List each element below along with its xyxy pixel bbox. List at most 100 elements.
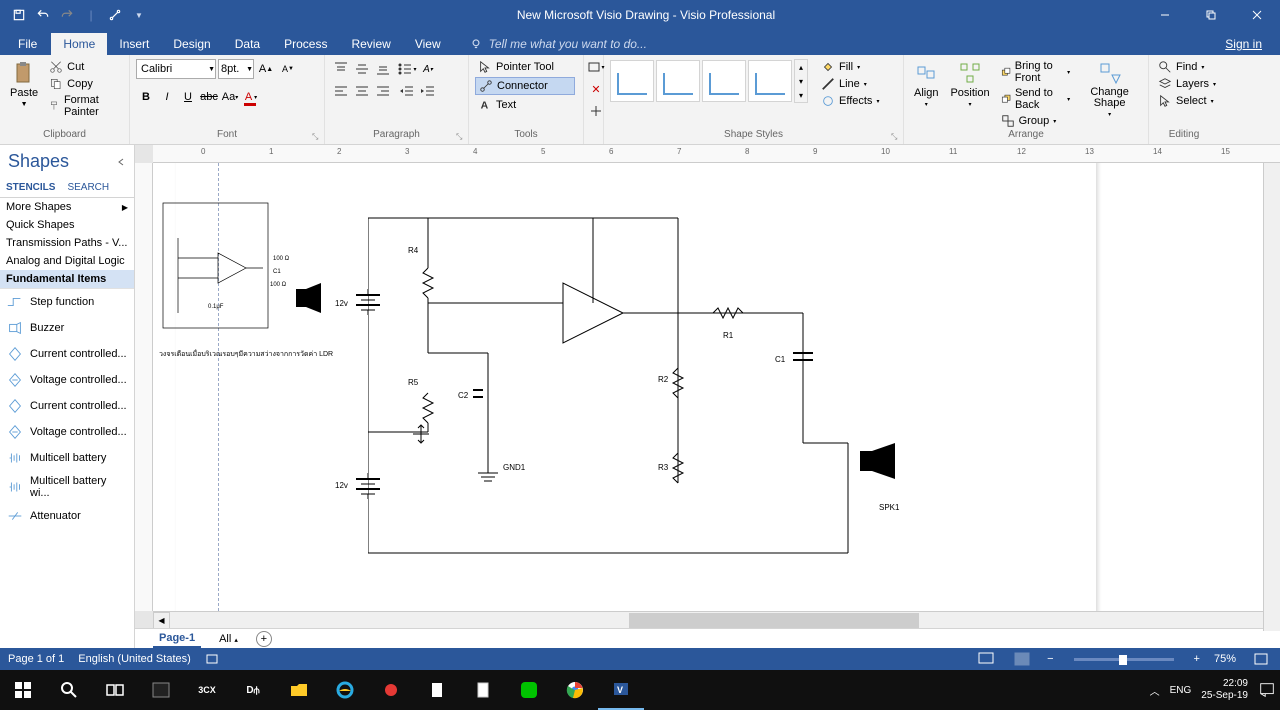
tab-file[interactable]: File [4,33,51,55]
text-direction-button[interactable]: A▾ [418,59,438,79]
grow-font-button[interactable]: A▲ [256,59,276,79]
align-top-button[interactable] [331,59,351,79]
macro-record-icon[interactable] [205,651,219,668]
select-button[interactable]: Select▾ [1155,93,1219,109]
align-center-button[interactable] [352,82,372,102]
shape-current-controlled-1[interactable]: Current controlled... [0,341,134,367]
taskbar-app-line[interactable] [506,670,552,710]
horizontal-scrollbar[interactable]: ◀ ▶ [153,611,1280,628]
shape-voltage-controlled-2[interactable]: Voltage controlled... [0,419,134,445]
presentation-view-button[interactable] [975,650,997,668]
font-color-button[interactable]: A▾ [241,87,261,107]
change-case-button[interactable]: Aa▾ [220,87,240,107]
scroll-track[interactable] [170,612,1263,629]
zoom-in-button[interactable]: + [1194,653,1200,665]
paragraph-dialog-launcher[interactable]: ⤡ [456,132,466,142]
copy-button[interactable]: Copy [46,76,123,92]
connector-tool-button[interactable]: Connector [475,77,575,95]
shape-current-controlled-2[interactable]: Current controlled... [0,393,134,419]
zoom-slider[interactable] [1074,658,1174,661]
style-swatch-3[interactable] [702,60,746,102]
minimize-button[interactable] [1142,0,1188,30]
collapse-pane-icon[interactable] [116,157,126,167]
decrease-indent-button[interactable] [397,82,417,102]
taskbar-app-terminal[interactable] [138,670,184,710]
find-button[interactable]: Find▾ [1155,59,1219,75]
quick-shapes-item[interactable]: Quick Shapes [0,216,134,234]
strike-button[interactable]: abc [199,87,219,107]
undo-icon[interactable] [32,4,54,26]
stencil-transmission[interactable]: Transmission Paths - V... [0,234,134,252]
tray-lang[interactable]: ENG [1170,685,1192,696]
more-shapes-item[interactable]: More Shapes▶ [0,198,134,216]
bold-button[interactable]: B [136,87,156,107]
normal-view-button[interactable] [1011,650,1033,668]
font-size-select[interactable]: 8pt.▼ [218,59,254,79]
shape-multicell-battery-1[interactable]: Multicell battery [0,445,134,471]
fill-button[interactable]: Fill▾ [818,59,882,75]
tab-data[interactable]: Data [223,33,272,55]
redo-icon[interactable] [56,4,78,26]
shape-styles-dialog-launcher[interactable]: ⤡ [891,132,901,142]
zoom-out-button[interactable]: − [1047,653,1053,665]
taskbar-app-notepad[interactable] [414,670,460,710]
font-dialog-launcher[interactable]: ⤡ [312,132,322,142]
main-circuit[interactable] [368,213,928,563]
position-button[interactable]: Position▾ [946,59,993,110]
qat-dropdown-icon[interactable]: ▼ [128,4,150,26]
scroll-left-button[interactable]: ◀ [153,612,170,629]
align-middle-button[interactable] [352,59,372,79]
maximize-button[interactable] [1188,0,1234,30]
save-icon[interactable] [8,4,30,26]
taskbar-app-doc[interactable] [460,670,506,710]
taskbar-app-explorer[interactable] [276,670,322,710]
tab-view[interactable]: View [403,33,453,55]
style-swatch-4[interactable] [748,60,792,102]
tray-chevron-icon[interactable]: ︿ [1150,683,1160,698]
italic-button[interactable]: I [157,87,177,107]
x-tool-button[interactable]: ✕ [586,79,606,99]
zoom-value[interactable]: 75% [1214,653,1236,665]
line-button[interactable]: Line▾ [818,76,882,92]
shape-voltage-controlled-1[interactable]: Voltage controlled... [0,367,134,393]
add-page-button[interactable]: + [256,631,272,647]
tab-home[interactable]: Home [51,33,107,55]
taskbar-app-visio[interactable]: V [598,670,644,710]
taskbar-app-3cx[interactable]: 3CX [184,670,230,710]
connector-mode-icon[interactable] [104,4,126,26]
cut-button[interactable]: Cut [46,59,123,75]
task-view-button[interactable] [92,670,138,710]
language-status[interactable]: English (United States) [78,653,191,665]
stencil-fundamental[interactable]: Fundamental Items [0,270,134,288]
fit-to-window-button[interactable] [1250,650,1272,668]
small-schematic[interactable]: 100 Ω C1 100 Ω 0.1μF [158,198,293,338]
tray-clock[interactable]: 22:09 25-Sep-19 [1201,678,1248,702]
all-pages-tab[interactable]: All ▴ [213,631,244,647]
taskbar-app-record[interactable] [368,670,414,710]
battery-2[interactable] [348,471,388,501]
change-shape-button[interactable]: Change Shape▾ [1077,59,1142,120]
layers-button[interactable]: Layers▾ [1155,76,1219,92]
tab-review[interactable]: Review [339,33,402,55]
send-to-back-button[interactable]: Send to Back ▾ [998,86,1074,112]
drawing-canvas[interactable]: 100 Ω C1 100 Ω 0.1μF วงจรเตือนเมื่อบริเว… [153,163,1280,611]
rectangle-tool-button[interactable]: ▾ [586,57,606,77]
tab-insert[interactable]: Insert [107,33,161,55]
bullets-button[interactable]: ▾ [397,59,417,79]
shape-buzzer[interactable]: Buzzer [0,315,134,341]
scroll-thumb[interactable] [629,613,919,628]
connection-point-button[interactable] [586,101,606,121]
taskbar-app-chrome[interactable] [552,670,598,710]
shape-step-function[interactable]: Step function [0,289,134,315]
search-tab[interactable]: SEARCH [61,178,115,197]
format-painter-button[interactable]: Format Painter [46,93,123,119]
text-tool-button[interactable]: AText [475,97,575,113]
page-tab-1[interactable]: Page-1 [153,630,201,648]
pointer-tool-button[interactable]: Pointer Tool [475,59,575,75]
tab-process[interactable]: Process [272,33,339,55]
shape-attenuator[interactable]: Attenuator [0,503,134,529]
increase-indent-button[interactable] [418,82,438,102]
vertical-scrollbar[interactable] [1263,163,1280,631]
notifications-icon[interactable] [1258,681,1276,699]
shrink-font-button[interactable]: A▼ [278,59,298,79]
